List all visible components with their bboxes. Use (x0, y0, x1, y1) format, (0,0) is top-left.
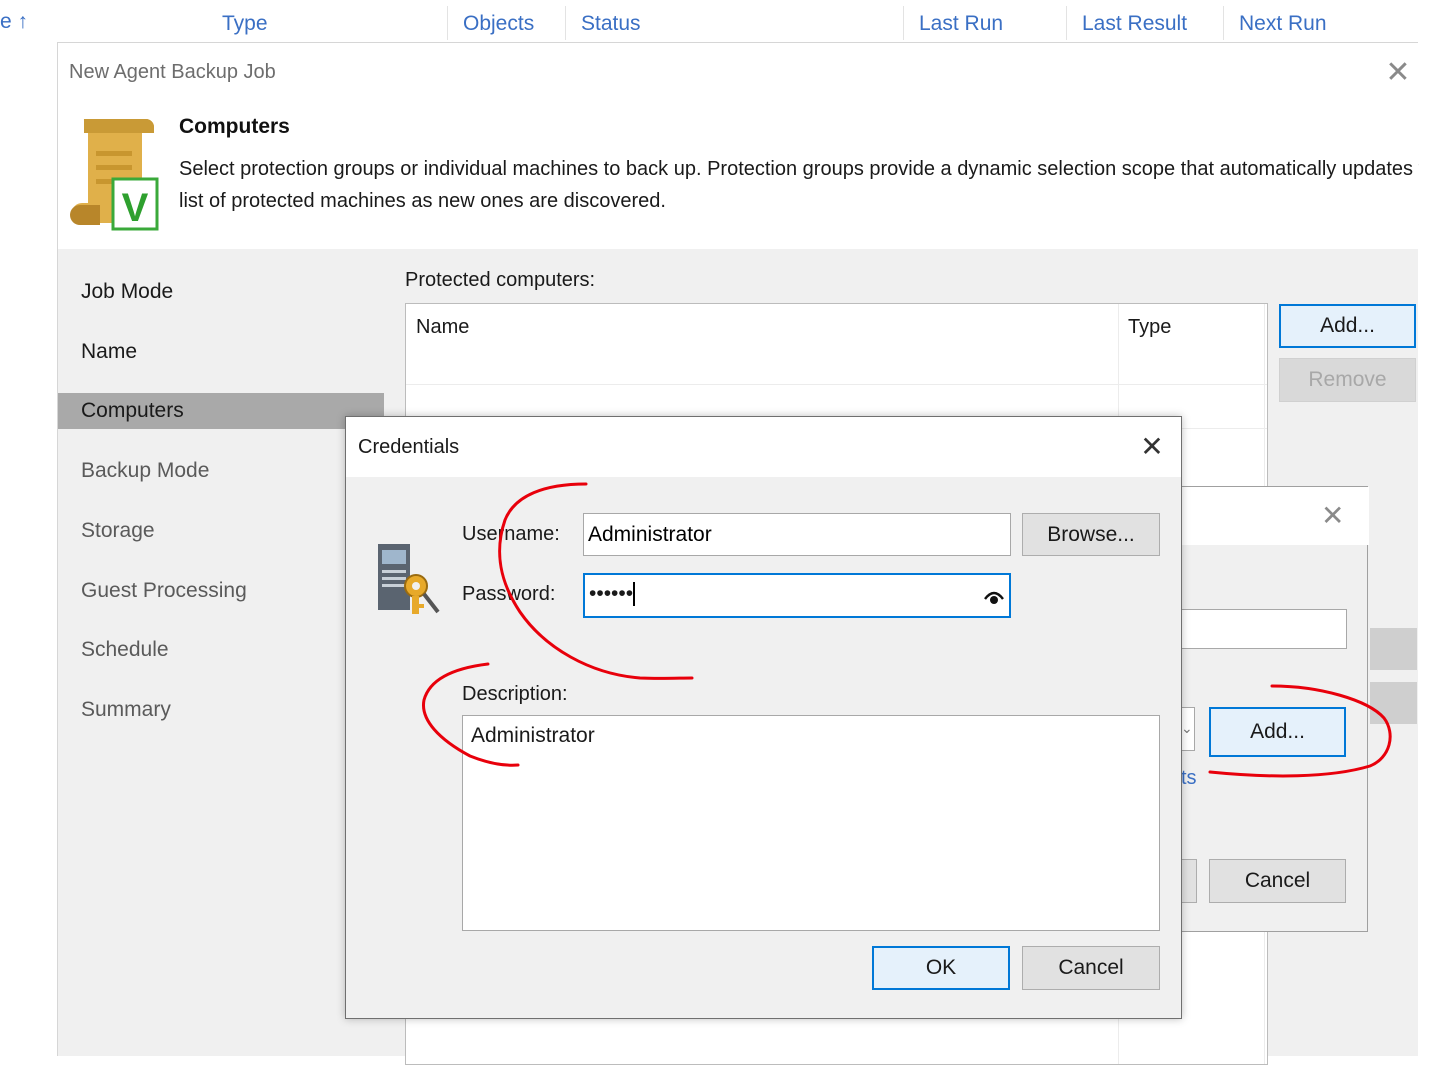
column-header-last-result[interactable]: Last Result (1082, 12, 1187, 36)
credentials-dialog: Credentials ✕ Username: Browse... Passwo… (345, 416, 1182, 1019)
job-list-header: e ↑ Type Objects Status Last Run Last Re… (0, 0, 1431, 44)
add-objects-titlebar: ✕ (1181, 487, 1369, 545)
ok-button-edge[interactable] (1181, 859, 1197, 903)
password-value: •••••• (589, 582, 634, 605)
credentials-close-icon[interactable]: ✕ (1134, 429, 1170, 465)
sort-indicator[interactable]: e ↑ (0, 10, 28, 34)
protected-computers-label: Protected computers: (405, 269, 596, 291)
browse-button[interactable]: Browse... (1022, 513, 1160, 556)
password-label: Password: (462, 583, 556, 605)
wizard-step-header: V Computers Select protection groups or … (58, 101, 1419, 249)
column-header-next-run[interactable]: Next Run (1239, 12, 1327, 36)
password-input[interactable]: •••••• (583, 573, 1011, 618)
row-divider (406, 384, 1267, 385)
step-description-line: list of protected machines as new ones a… (179, 190, 666, 212)
credentials-title: Credentials (358, 436, 460, 458)
add-objects-dialog: ✕ ⌄ ts Add... Cancel (1180, 486, 1369, 932)
username-label: Username: (462, 523, 560, 545)
scroll-checkmark-icon: V (70, 119, 159, 231)
add-credentials-button[interactable]: Add... (1209, 707, 1346, 757)
manage-accounts-link[interactable]: ts (1181, 767, 1197, 790)
svg-text:V: V (122, 186, 149, 230)
credentials-titlebar: Credentials ✕ (346, 417, 1181, 477)
nav-item-summary[interactable]: Summary (58, 692, 384, 728)
nav-item-guest-processing[interactable]: Guest Processing (58, 573, 384, 609)
nav-item-schedule[interactable]: Schedule (58, 632, 384, 668)
remove-computer-button[interactable]: Remove (1279, 358, 1416, 402)
column-separator (903, 6, 904, 40)
column-header-status[interactable]: Status (581, 12, 641, 36)
add-objects-input[interactable] (1181, 609, 1347, 649)
column-header-last-run[interactable]: Last Run (919, 12, 1003, 36)
table-header-type[interactable]: Type (1128, 316, 1171, 339)
behind-cancel-button[interactable]: Cancel (1209, 859, 1346, 903)
step-title: Computers (179, 115, 290, 138)
column-header-objects[interactable]: Objects (463, 12, 534, 36)
nav-item-storage[interactable]: Storage (58, 513, 384, 549)
step-description-line: Select protection groups or individual m… (179, 158, 1419, 180)
column-separator (447, 6, 448, 40)
show-password-eye-icon[interactable] (983, 585, 1005, 607)
description-textarea[interactable]: Administrator (462, 715, 1160, 931)
step-description: Select protection groups or individual m… (179, 153, 1419, 217)
nav-item-computers[interactable]: Computers (58, 393, 384, 429)
column-header-type[interactable]: Type (222, 12, 268, 36)
server-key-icon (378, 544, 440, 614)
cancel-button[interactable]: Cancel (1022, 946, 1160, 990)
column-separator (565, 6, 566, 40)
username-input[interactable] (583, 513, 1011, 556)
column-separator (1066, 6, 1067, 40)
ok-button[interactable]: OK (872, 946, 1010, 990)
wizard-close-icon[interactable]: ✕ (1378, 53, 1418, 93)
add-computer-button[interactable]: Add... (1279, 304, 1416, 348)
nav-item-name[interactable]: Name (58, 334, 384, 370)
credentials-dropdown[interactable]: ⌄ (1181, 707, 1195, 751)
wizard-title: New Agent Backup Job (69, 61, 276, 83)
add-objects-close-icon[interactable]: ✕ (1321, 499, 1344, 532)
obscured-button (1370, 628, 1417, 670)
description-label: Description: (462, 683, 568, 705)
table-header-name[interactable]: Name (416, 316, 469, 339)
wizard-titlebar: New Agent Backup Job ✕ (58, 43, 1418, 101)
description-value: Administrator (471, 724, 595, 747)
column-separator (1223, 6, 1224, 40)
chevron-down-icon: ⌄ (1181, 720, 1193, 736)
nav-item-backup-mode[interactable]: Backup Mode (58, 453, 384, 489)
nav-item-job-mode[interactable]: Job Mode (58, 274, 384, 310)
text-caret (633, 582, 636, 607)
obscured-button (1370, 682, 1417, 724)
